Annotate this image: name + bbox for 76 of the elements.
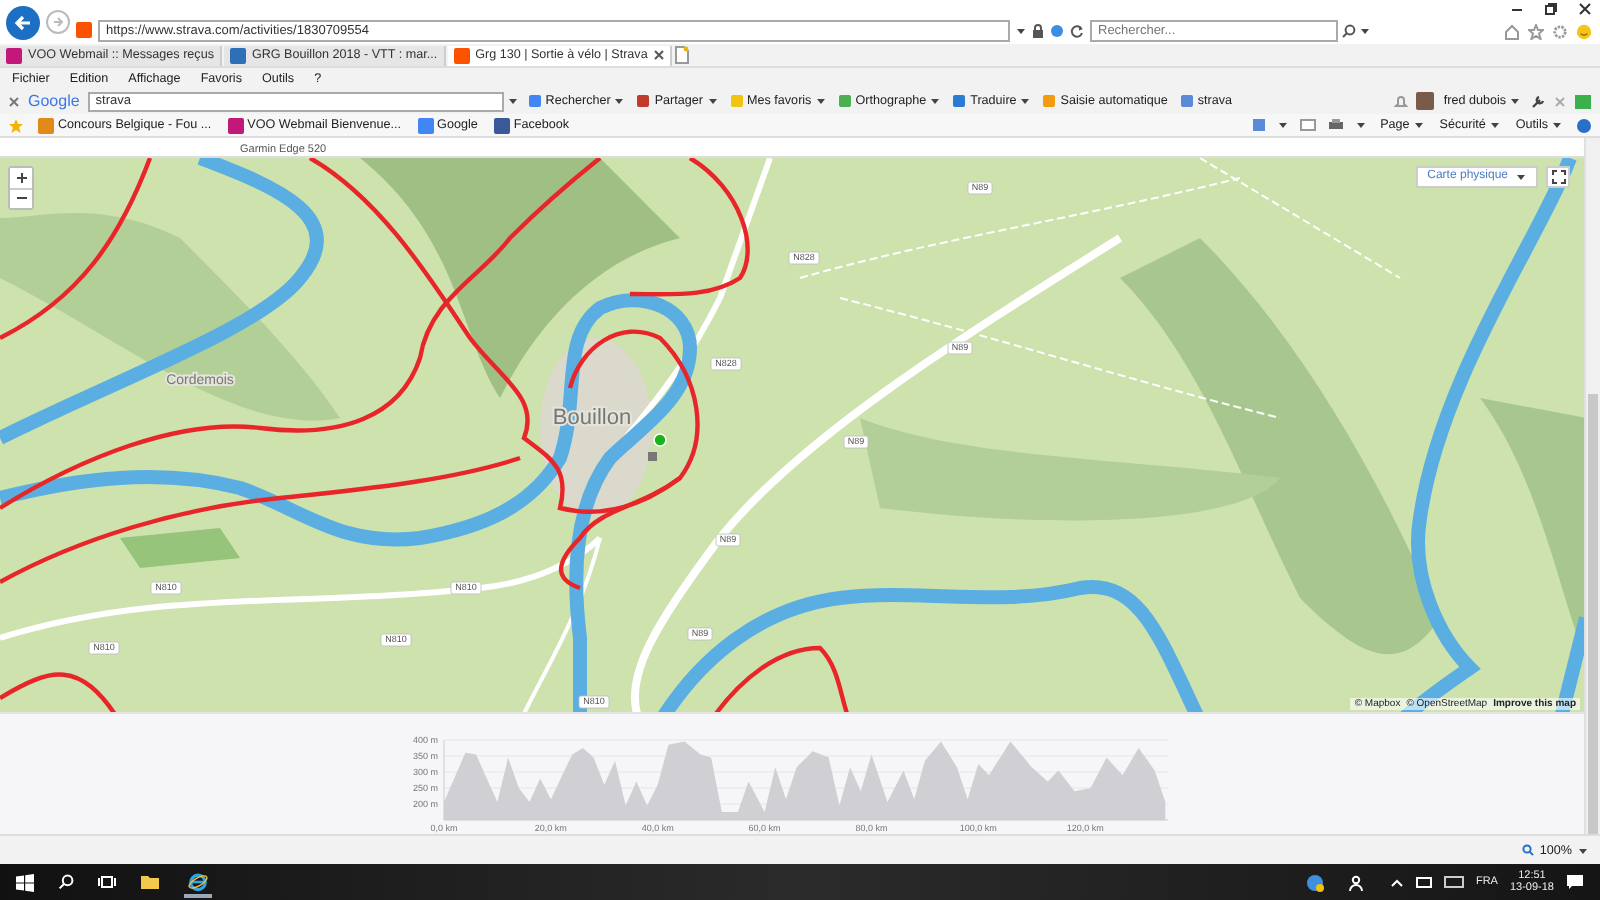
search-icon	[1342, 23, 1356, 37]
help-icon[interactable]	[1305, 873, 1324, 891]
toolbar-icon	[952, 94, 967, 108]
site-icon	[453, 47, 470, 63]
refresh-icon[interactable]	[1070, 23, 1084, 37]
toolbar-icon	[729, 94, 744, 108]
start-marker	[653, 432, 667, 447]
google-logo: Google	[28, 92, 80, 110]
toolbar-icon	[636, 94, 651, 108]
restore-icon[interactable]	[1544, 2, 1558, 16]
favorites-star-icon[interactable]	[8, 117, 24, 133]
toolbar-icon	[527, 94, 542, 108]
site-icon	[76, 22, 92, 38]
site-icon	[38, 117, 54, 133]
network-icon[interactable]	[1415, 875, 1432, 889]
arrow-left-icon	[14, 13, 32, 31]
fullscreen-icon	[1551, 169, 1565, 184]
minus-icon	[15, 192, 27, 205]
arrow-right-icon	[52, 16, 64, 28]
caret-icon	[1578, 845, 1588, 855]
bell-icon[interactable]	[1393, 93, 1408, 109]
search-icon[interactable]	[58, 874, 74, 890]
zoom-icon	[1521, 844, 1534, 856]
site-icon	[229, 47, 246, 63]
keyboard-icon[interactable]	[1443, 876, 1464, 888]
caret-icon	[707, 96, 718, 106]
toolbar-icon	[1042, 94, 1057, 108]
smiley-icon[interactable]	[1576, 24, 1592, 40]
globe-icon	[1050, 23, 1064, 37]
caret-icon	[1413, 120, 1424, 130]
end-marker	[648, 451, 657, 461]
folder-icon[interactable]	[140, 874, 160, 890]
home-icon[interactable]	[1504, 24, 1520, 40]
close-icon[interactable]	[1578, 2, 1592, 16]
caret-icon	[1278, 120, 1289, 130]
zoom-out-button[interactable]	[10, 187, 32, 208]
zoom-in-button[interactable]	[10, 167, 32, 188]
print-icon[interactable]	[1328, 118, 1345, 132]
back-button[interactable]	[6, 5, 40, 39]
task-view-icon[interactable]	[98, 874, 116, 890]
caret-icon	[1516, 171, 1526, 182]
caret-icon	[1489, 120, 1500, 130]
site-icon	[6, 47, 22, 63]
caret-icon	[1020, 96, 1031, 106]
close-icon[interactable]	[653, 50, 664, 60]
star-icon[interactable]	[1528, 24, 1544, 40]
caret-icon	[507, 96, 518, 106]
windows-icon[interactable]	[16, 873, 34, 891]
wrench-icon[interactable]	[1530, 93, 1546, 109]
help-icon[interactable]	[1576, 117, 1592, 133]
lock-icon	[1032, 23, 1044, 37]
browser-e-icon[interactable]	[188, 871, 208, 891]
mail-icon[interactable]	[1300, 118, 1317, 132]
chevron-up-icon[interactable]	[1389, 877, 1404, 887]
scrollbar[interactable]	[1584, 138, 1600, 834]
notification-icon[interactable]	[1566, 874, 1584, 890]
people-icon[interactable]	[1347, 873, 1366, 891]
caret-icon	[1356, 120, 1367, 130]
caret-icon	[1510, 96, 1520, 106]
gear-icon[interactable]	[1552, 24, 1568, 40]
caret-icon	[815, 96, 826, 106]
caret-icon	[930, 96, 941, 106]
caret-icon	[1552, 120, 1562, 130]
caret-icon	[1360, 25, 1370, 35]
plus-icon	[15, 171, 27, 184]
feeds-icon[interactable]	[1252, 118, 1267, 132]
toolbar-icon	[837, 94, 852, 108]
caret-icon	[614, 96, 625, 106]
site-icon	[227, 117, 244, 133]
avatar	[1415, 92, 1434, 110]
fullscreen-button[interactable]	[1546, 165, 1570, 188]
caret-icon	[1016, 25, 1026, 35]
site-icon	[417, 117, 434, 133]
site-icon	[493, 117, 510, 133]
new-tab-icon[interactable]	[673, 46, 690, 64]
toolbar-icon	[1179, 94, 1194, 108]
